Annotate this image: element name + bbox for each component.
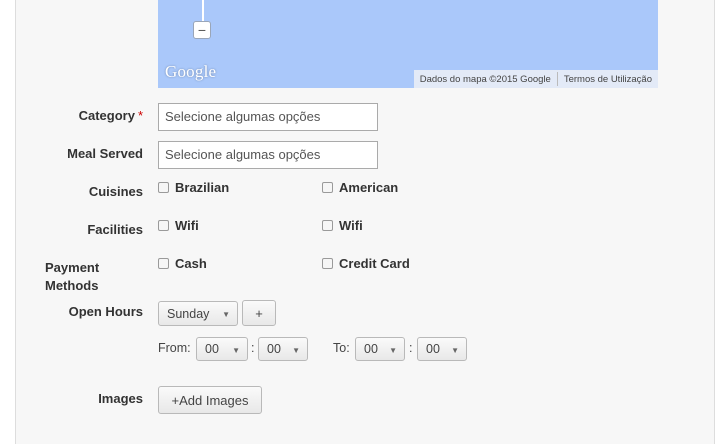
payment-methods-label-line2: Methods	[45, 278, 99, 293]
checkbox[interactable]	[158, 182, 169, 193]
from-minute-select[interactable]: 00 ▼	[258, 337, 308, 361]
facilities-label: Facilities	[87, 222, 143, 237]
cuisine-american-label: American	[339, 180, 399, 195]
add-hours-button[interactable]: +	[242, 300, 276, 326]
day-select[interactable]: Sunday ▼	[158, 301, 238, 326]
checkbox[interactable]	[322, 220, 333, 231]
required-mark: *	[137, 108, 143, 123]
checkbox[interactable]	[322, 182, 333, 193]
meal-served-label: Meal Served	[67, 146, 143, 161]
open-hours-label: Open Hours	[68, 304, 143, 319]
caret-down-icon: ▼	[451, 346, 459, 355]
category-label: Category *	[13, 108, 143, 123]
caret-down-icon: ▼	[389, 346, 397, 355]
day-select-value: Sunday	[167, 306, 210, 321]
caret-down-icon: ▼	[222, 310, 230, 319]
facility-wifi-2-label: Wifi	[339, 218, 363, 233]
caret-down-icon: ▼	[292, 346, 300, 355]
cuisine-brazilian-label: Brazilian	[175, 180, 230, 195]
payment-cash-label: Cash	[175, 256, 207, 271]
map-data-attribution: Dados do mapa ©2015 Google	[419, 73, 551, 85]
payment-option-cash[interactable]: Cash	[158, 256, 207, 271]
from-minute-value: 00	[267, 342, 281, 356]
to-hour-value: 00	[364, 342, 378, 356]
cuisine-option-brazilian[interactable]: Brazilian	[158, 180, 229, 195]
meal-served-select[interactable]: Selecione algumas opções	[158, 141, 378, 169]
map-attribution-bar: Dados do mapa ©2015 Google Termos de Uti…	[413, 70, 658, 88]
from-time-separator: :	[251, 341, 255, 355]
to-label: To:	[333, 341, 350, 355]
category-select[interactable]: Selecione algumas opções	[158, 103, 378, 131]
checkbox[interactable]	[158, 258, 169, 269]
from-hour-select[interactable]: 00 ▼	[196, 337, 248, 361]
payment-methods-label-line1: Payment	[45, 260, 100, 275]
from-hour-value: 00	[205, 342, 219, 356]
cuisine-option-american[interactable]: American	[322, 180, 398, 195]
category-label-text: Category	[78, 108, 135, 123]
to-hour-select[interactable]: 00 ▼	[355, 337, 405, 361]
google-logo: Google	[165, 62, 217, 81]
add-images-button[interactable]: +Add Images	[158, 386, 262, 414]
map[interactable]: − Google Dados do mapa ©2015 Google Term…	[158, 0, 658, 88]
cuisines-label: Cuisines	[88, 184, 143, 199]
facility-wifi-label: Wifi	[175, 218, 199, 233]
to-minute-value: 00	[426, 342, 440, 356]
images-label: Images	[98, 391, 143, 406]
caret-down-icon: ▼	[232, 346, 240, 355]
from-label: From:	[158, 341, 191, 355]
facility-option-wifi-2[interactable]: Wifi	[322, 218, 363, 233]
zoom-out-button[interactable]: −	[193, 21, 211, 39]
facility-option-wifi[interactable]: Wifi	[158, 218, 199, 233]
terms-of-use-link[interactable]: Termos de Utilização	[558, 74, 658, 85]
checkbox[interactable]	[322, 258, 333, 269]
to-minute-select[interactable]: 00 ▼	[417, 337, 467, 361]
payment-option-credit-card[interactable]: Credit Card	[322, 256, 410, 271]
zoom-slider-track	[202, 0, 204, 22]
to-time-separator: :	[409, 341, 413, 355]
payment-credit-card-label: Credit Card	[339, 256, 410, 271]
checkbox[interactable]	[158, 220, 169, 231]
